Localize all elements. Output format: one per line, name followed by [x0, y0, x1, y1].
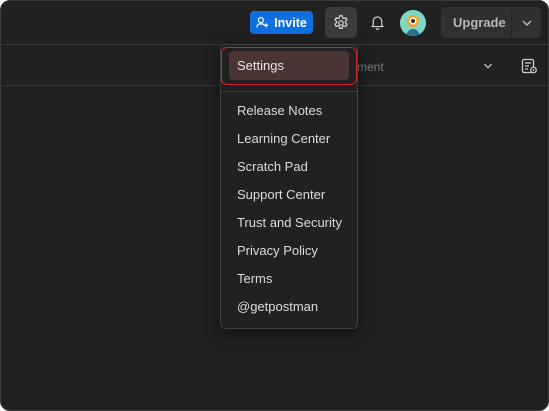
bell-icon [370, 16, 384, 30]
menu-divider [221, 91, 357, 92]
gear-icon [334, 14, 348, 29]
upgrade-button[interactable]: Upgrade [441, 7, 541, 38]
avatar[interactable] [400, 10, 426, 36]
settings-dropdown-menu: Settings Release Notes Learning Center S… [220, 44, 358, 329]
menu-item-support-center[interactable]: Support Center [237, 187, 325, 202]
menu-item-release-notes[interactable]: Release Notes [237, 103, 322, 118]
menu-item-learning-center[interactable]: Learning Center [237, 131, 330, 146]
app-window: Invite Upgrade ment Settings Release Not… [0, 0, 549, 411]
menu-item-privacy-policy[interactable]: Privacy Policy [237, 243, 318, 258]
invite-button[interactable]: Invite [250, 11, 313, 34]
menu-item-trust-and-security[interactable]: Trust and Security [237, 215, 342, 230]
invite-label: Invite [274, 15, 307, 30]
upgrade-label: Upgrade [453, 15, 506, 30]
chevron-down-icon[interactable] [519, 15, 535, 31]
header-bar: Invite Upgrade [1, 1, 548, 45]
avatar-icon [400, 10, 426, 36]
settings-button[interactable] [325, 7, 357, 38]
menu-item-getpostman[interactable]: @getpostman [237, 299, 318, 314]
selection-highlight [221, 47, 357, 85]
environment-quick-look-icon[interactable] [520, 57, 538, 75]
chevron-down-icon[interactable] [481, 59, 495, 73]
upgrade-divider [511, 7, 512, 38]
menu-item-scratch-pad[interactable]: Scratch Pad [237, 159, 308, 174]
menu-item-terms[interactable]: Terms [237, 271, 272, 286]
add-user-icon [256, 17, 269, 28]
environment-selector-label[interactable]: ment [357, 60, 384, 74]
notifications-button[interactable] [365, 9, 389, 36]
